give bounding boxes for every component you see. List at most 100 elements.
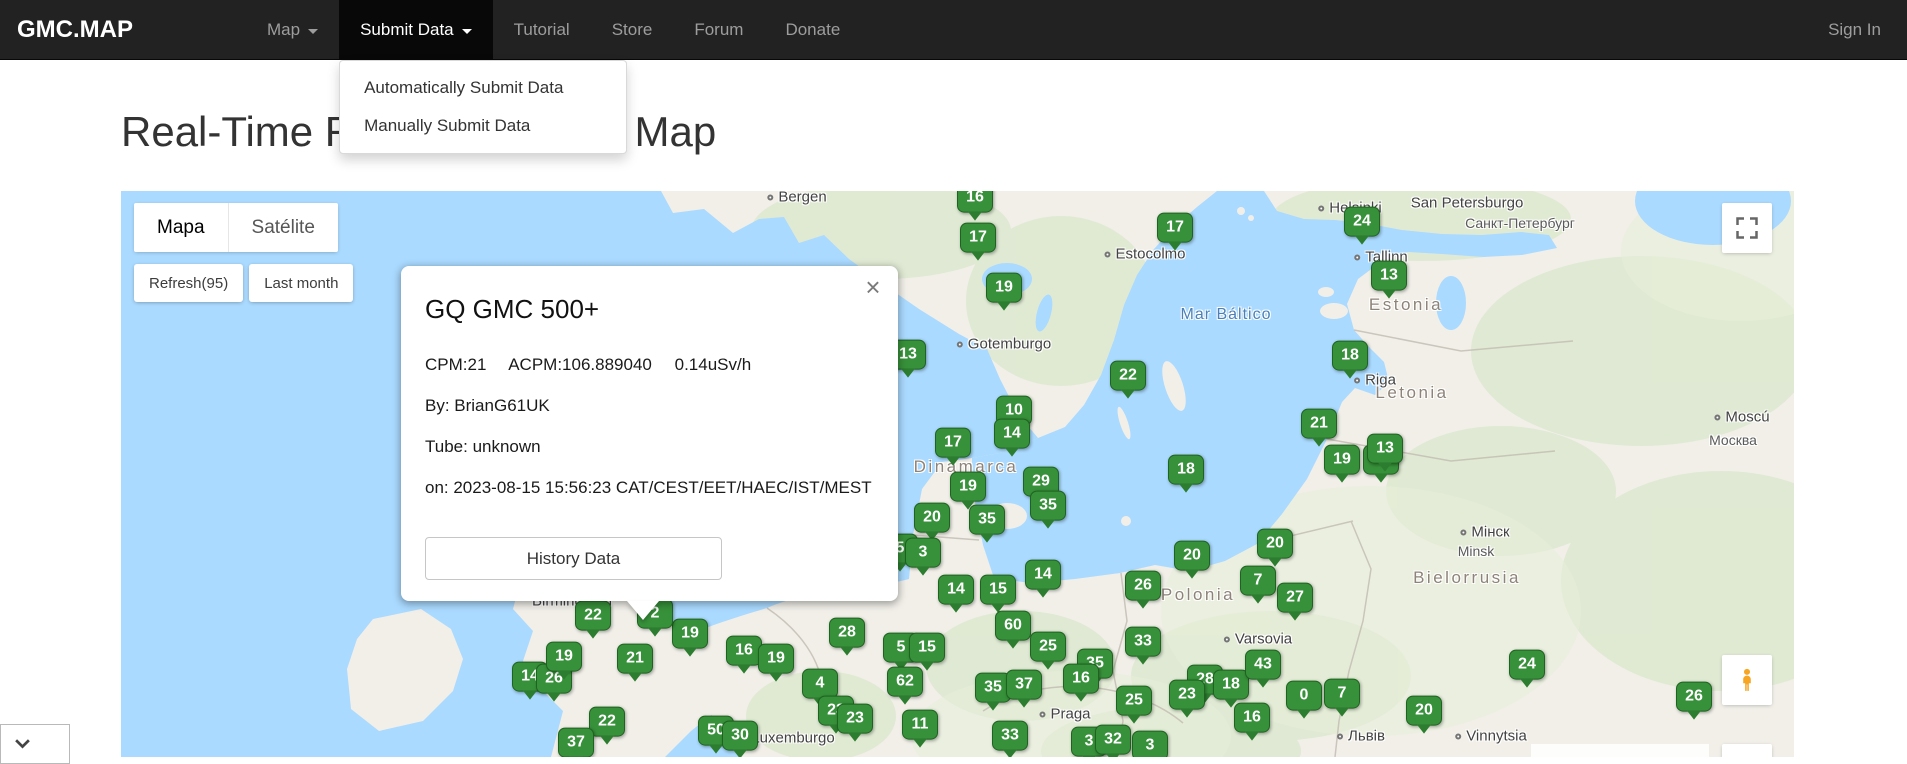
map-marker[interactable]: 18 [1213, 669, 1249, 700]
station-timestamp: on: 2023-08-15 15:56:23 CAT/CEST/EET/HAE… [425, 478, 872, 497]
map-marker[interactable]: 3 [905, 537, 941, 568]
map-label: Mar Báltico [1180, 306, 1272, 323]
map-marker[interactable]: 32 [1095, 724, 1131, 755]
nav-item-store[interactable]: Store [591, 0, 674, 59]
close-icon[interactable]: × [858, 272, 888, 302]
map-marker[interactable]: 37 [558, 727, 594, 757]
map-marker[interactable]: 33 [1125, 626, 1161, 657]
map-marker[interactable]: 20 [1406, 695, 1442, 726]
map-marker[interactable]: 43 [1245, 649, 1281, 680]
fullscreen-button[interactable] [1722, 203, 1772, 253]
map-marker[interactable]: 60 [995, 610, 1031, 641]
nav-item-map[interactable]: Map [246, 0, 339, 59]
map-marker[interactable]: 15 [909, 632, 945, 663]
map-marker[interactable]: 18 [1168, 454, 1204, 485]
map-marker[interactable]: 14 [1025, 559, 1061, 590]
nav-item-submit-data[interactable]: Submit Data Automatically Submit Data Ma… [339, 0, 628, 154]
map-marker[interactable]: 25 [1116, 685, 1152, 716]
map-marker[interactable]: 19 [950, 471, 986, 502]
zoom-control-partial[interactable] [1722, 744, 1772, 757]
city-dot-icon [956, 341, 963, 348]
map-marker[interactable]: 37 [1006, 669, 1042, 700]
map-marker[interactable]: 17 [1157, 212, 1193, 243]
map-marker[interactable]: 16 [957, 191, 993, 213]
nav-item-tutorial[interactable]: Tutorial [493, 0, 591, 59]
map-marker[interactable]: 7 [1240, 565, 1276, 596]
map-marker[interactable]: 35 [1030, 490, 1066, 521]
city-dot-icon [1337, 733, 1344, 740]
map-marker[interactable]: 24 [1509, 649, 1545, 680]
legend-collapse-toggle[interactable] [0, 724, 70, 764]
map-marker[interactable]: 16 [1234, 702, 1270, 733]
nav-item-donate[interactable]: Donate [764, 0, 861, 59]
city-dot-icon [1223, 636, 1230, 643]
station-title: GQ GMC 500+ [425, 294, 600, 324]
map-marker[interactable]: 26 [1125, 570, 1161, 601]
map-marker[interactable]: 19 [1324, 444, 1360, 475]
map-marker[interactable]: 14 [994, 418, 1030, 449]
map-marker[interactable]: 26 [1676, 681, 1712, 712]
map-marker[interactable]: 15 [980, 574, 1016, 605]
city-dot-icon [1104, 251, 1111, 258]
map-marker[interactable]: 13 [1367, 433, 1403, 464]
map-marker[interactable]: 19 [758, 643, 794, 674]
map-marker[interactable]: 22 [589, 706, 625, 737]
refresh-button[interactable]: Refresh(95) [134, 264, 244, 302]
sign-in-link[interactable]: Sign In [1802, 0, 1907, 59]
history-data-button[interactable]: History Data [425, 537, 722, 580]
map-type-button-satellite[interactable]: Satélite [227, 203, 338, 252]
fullscreen-icon [1736, 217, 1758, 239]
map-marker[interactable]: 35 [969, 504, 1005, 535]
map-marker[interactable]: 27 [1277, 582, 1313, 613]
map-label: Москва [1709, 432, 1757, 448]
map-marker[interactable]: 22 [1110, 360, 1146, 391]
map-marker[interactable]: 16 [726, 635, 762, 666]
nav-item-label: Forum [694, 19, 744, 39]
menu-item-manually-submit-data[interactable]: Manually Submit Data [340, 107, 626, 145]
map-marker[interactable]: 16 [1063, 663, 1099, 694]
main-nav: Map Submit Data Automatically Submit Dat… [246, 0, 861, 154]
map-marker[interactable]: 23 [1169, 679, 1205, 710]
map-marker[interactable]: 20 [914, 502, 950, 533]
map-marker[interactable]: 25 [1030, 631, 1066, 662]
map-marker[interactable]: 33 [992, 720, 1028, 751]
map-marker[interactable]: 4 [802, 668, 838, 699]
city-dot-icon [1039, 711, 1046, 718]
map-marker[interactable]: 7 [1324, 678, 1360, 709]
pegman-control[interactable] [1722, 655, 1772, 705]
map-marker[interactable]: 19 [672, 618, 708, 649]
map-marker[interactable]: 28 [829, 617, 865, 648]
cpm-value: CPM:21 [425, 355, 487, 374]
map-label: Polonia [1160, 585, 1236, 604]
map-marker[interactable]: 11 [902, 709, 938, 740]
map-marker[interactable]: 62 [887, 666, 923, 697]
map-marker[interactable]: 19 [546, 641, 582, 672]
map-label: Moscú [1714, 409, 1770, 426]
map-marker[interactable]: 24 [1344, 206, 1380, 237]
map-marker[interactable]: 19 [986, 272, 1022, 303]
nav-item-forum[interactable]: Forum [673, 0, 764, 59]
map-marker[interactable]: 17 [935, 427, 971, 458]
map-marker[interactable]: 0 [1286, 680, 1322, 711]
map-type-button-map[interactable]: Mapa [134, 203, 228, 252]
map-marker[interactable]: 20 [1257, 528, 1293, 559]
map-marker[interactable]: 21 [617, 643, 653, 674]
nav-item-label: Tutorial [513, 19, 570, 39]
map-marker[interactable]: 23 [837, 703, 873, 734]
menu-item-automatically-submit-data[interactable]: Automatically Submit Data [340, 69, 626, 107]
map-marker[interactable]: 13 [1371, 260, 1407, 291]
map-marker[interactable]: 20 [1174, 540, 1210, 571]
map-marker[interactable]: 18 [1332, 340, 1368, 371]
map[interactable]: BergenHelsinkiTallinnSan PetersburgoСанк… [121, 191, 1794, 757]
map-marker[interactable]: 22 [575, 600, 611, 631]
map-label: Bergen [767, 191, 827, 206]
map-marker[interactable]: 14 [938, 574, 974, 605]
last-month-button[interactable]: Last month [249, 264, 354, 302]
map-marker[interactable]: 21 [1301, 408, 1337, 439]
map-marker[interactable]: 17 [960, 222, 996, 253]
map-marker[interactable]: 30 [722, 720, 758, 751]
map-label: Мінск [1460, 524, 1510, 541]
map-marker[interactable]: 3 [1132, 730, 1168, 757]
chevron-down-icon [15, 738, 30, 749]
brand-logo[interactable]: GMC.MAP [0, 0, 150, 59]
